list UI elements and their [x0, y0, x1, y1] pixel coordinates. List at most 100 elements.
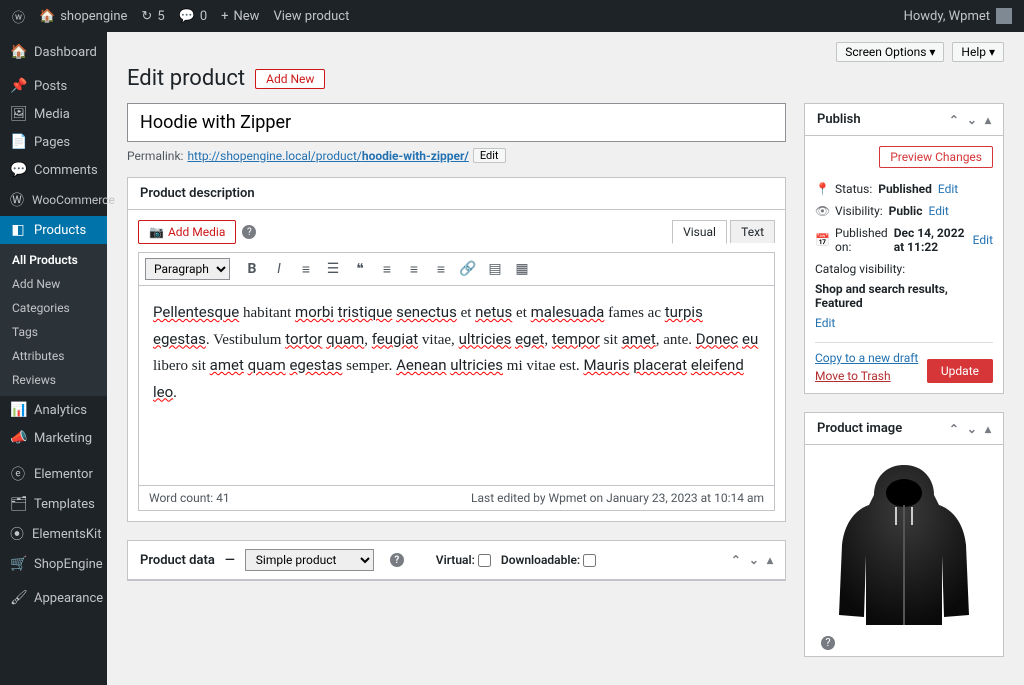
sidebar-item-elementskit[interactable]: ⦿ElementsKit: [0, 518, 107, 550]
sidebar-item-woocommerce[interactable]: ⓌWooCommerce: [0, 184, 107, 216]
elementskit-icon: ⦿: [10, 524, 24, 544]
product-type-select[interactable]: Simple product: [245, 549, 374, 571]
submenu-tags[interactable]: Tags: [0, 320, 107, 344]
wp-logo-icon[interactable]: ⓦ: [12, 7, 25, 26]
virtual-checkbox[interactable]: [478, 554, 491, 567]
edit-date-link[interactable]: Edit: [973, 233, 993, 247]
product-data-title: Product data: [140, 553, 215, 568]
downloadable-checkbox-label: Downloadable:: [501, 553, 596, 567]
edit-visibility-link[interactable]: Edit: [928, 204, 948, 218]
help-button[interactable]: Help ▾: [952, 42, 1004, 62]
toggle-icon[interactable]: ▴: [767, 553, 773, 567]
sidebar-item-dashboard[interactable]: 🏠Dashboard: [0, 38, 107, 66]
quote-button[interactable]: ❝: [348, 257, 372, 281]
bold-button[interactable]: B: [240, 257, 264, 281]
page-title: Edit product: [127, 66, 245, 91]
submenu-add-new[interactable]: Add New: [0, 272, 107, 296]
update-button[interactable]: Update: [927, 359, 993, 383]
chevron-up-icon[interactable]: ⌃: [949, 422, 959, 436]
edit-status-link[interactable]: Edit: [938, 182, 958, 196]
last-edited: Last edited by Wpmet on January 23, 2023…: [471, 491, 764, 505]
updates-link[interactable]: ↻ 5: [141, 9, 164, 24]
screen-options-button[interactable]: Screen Options ▾: [836, 42, 944, 62]
site-link[interactable]: 🏠 shopengine: [39, 9, 127, 24]
submenu-all-products[interactable]: All Products: [0, 248, 107, 272]
publish-box: Publish ⌃ ⌄ ▴ Preview Changes 📍Status: P…: [804, 103, 1004, 394]
help-icon[interactable]: ?: [242, 225, 256, 239]
view-product-link[interactable]: View product: [273, 9, 349, 24]
chevron-down-icon[interactable]: ⌄: [749, 553, 759, 567]
visual-tab[interactable]: Visual: [672, 220, 727, 244]
text-tab[interactable]: Text: [730, 220, 775, 243]
editor-toolbar: Paragraph B I ≡ ☰ ❝ ≡ ≡ ≡ 🔗 ▤: [138, 252, 775, 286]
align-left-button[interactable]: ≡: [375, 257, 399, 281]
new-content-link[interactable]: + New: [221, 9, 259, 24]
product-image-thumbnail[interactable]: [824, 455, 984, 635]
media-icon: 🖼: [10, 106, 26, 122]
sidebar-item-templates[interactable]: 🗂Templates: [0, 490, 107, 518]
italic-button[interactable]: I: [267, 257, 291, 281]
align-center-button[interactable]: ≡: [402, 257, 426, 281]
sidebar-item-media[interactable]: 🖼Media: [0, 100, 107, 128]
my-account[interactable]: Howdy, Wpmet: [904, 8, 1012, 24]
add-new-button[interactable]: Add New: [255, 69, 325, 89]
bullet-list-button[interactable]: ≡: [294, 257, 318, 281]
description-header: Product description: [128, 178, 785, 210]
sidebar-item-marketing[interactable]: 📣Marketing: [0, 424, 107, 452]
marketing-icon: 📣: [10, 430, 26, 446]
content-editor[interactable]: Pellentesque habitant morbi tristique se…: [138, 286, 775, 486]
calendar-icon: 📅: [815, 233, 829, 247]
products-icon: ◧: [10, 222, 26, 238]
products-submenu: All Products Add New Categories Tags Att…: [0, 244, 107, 396]
align-right-button[interactable]: ≡: [429, 257, 453, 281]
admin-sidebar: 🏠Dashboard 📌Posts 🖼Media 📄Pages 💬Comment…: [0, 32, 107, 685]
submenu-attributes[interactable]: Attributes: [0, 344, 107, 368]
virtual-checkbox-label: Virtual:: [436, 553, 491, 567]
permalink-link[interactable]: http://shopengine.local/product/hoodie-w…: [187, 149, 468, 163]
submenu-categories[interactable]: Categories: [0, 296, 107, 320]
sidebar-item-shopengine[interactable]: 🛒ShopEngine: [0, 550, 107, 578]
readmore-button[interactable]: ▤: [483, 257, 507, 281]
move-to-trash-link[interactable]: Move to Trash: [815, 369, 918, 383]
toolbar-toggle-button[interactable]: ▦: [510, 257, 534, 281]
copy-draft-link[interactable]: Copy to a new draft: [815, 351, 918, 365]
comment-icon: 💬: [10, 162, 26, 178]
sidebar-item-analytics[interactable]: 📊Analytics: [0, 396, 107, 424]
submenu-reviews[interactable]: Reviews: [0, 368, 107, 392]
sidebar-item-appearance[interactable]: 🖌Appearance: [0, 584, 107, 612]
dashboard-icon: 🏠: [10, 44, 26, 60]
number-list-button[interactable]: ☰: [321, 257, 345, 281]
sidebar-item-products[interactable]: ◧Products: [0, 216, 107, 244]
sidebar-item-comments[interactable]: 💬Comments: [0, 156, 107, 184]
comments-link[interactable]: 💬 0: [179, 9, 208, 24]
admin-topbar: ⓦ 🏠 shopengine ↻ 5 💬 0 + New View produc…: [0, 0, 1024, 32]
help-icon[interactable]: ?: [821, 636, 835, 650]
toggle-icon[interactable]: ▴: [985, 422, 991, 436]
link-button[interactable]: 🔗: [456, 257, 480, 281]
toggle-icon[interactable]: ▴: [985, 113, 991, 127]
product-image-box: Product image ⌃ ⌄ ▴: [804, 412, 1004, 657]
help-icon[interactable]: ?: [390, 553, 404, 567]
preview-changes-button[interactable]: Preview Changes: [879, 146, 993, 168]
product-title-input[interactable]: [127, 103, 786, 142]
templates-icon: 🗂: [10, 496, 26, 512]
permalink-edit-button[interactable]: Edit: [473, 148, 506, 163]
format-select[interactable]: Paragraph: [145, 258, 230, 280]
permalink-row: Permalink: http://shopengine.local/produ…: [127, 148, 786, 163]
chevron-down-icon[interactable]: ⌄: [967, 113, 977, 127]
elementor-icon: ⓔ: [10, 464, 26, 484]
add-media-button[interactable]: 📷 Add Media: [138, 220, 236, 244]
woo-icon: Ⓦ: [10, 190, 24, 210]
sidebar-item-pages[interactable]: 📄Pages: [0, 128, 107, 156]
product-data-box: Product data — Simple product ? Virtual:…: [127, 540, 786, 581]
chevron-down-icon[interactable]: ⌄: [967, 422, 977, 436]
chevron-up-icon[interactable]: ⌃: [949, 113, 959, 127]
edit-catalog-link[interactable]: Edit: [815, 316, 835, 330]
sidebar-item-elementor[interactable]: ⓔElementor: [0, 458, 107, 490]
appearance-icon: 🖌: [10, 590, 26, 606]
chevron-up-icon[interactable]: ⌃: [731, 553, 741, 567]
shopengine-icon: 🛒: [10, 556, 26, 572]
downloadable-checkbox[interactable]: [583, 554, 596, 567]
sidebar-item-posts[interactable]: 📌Posts: [0, 72, 107, 100]
avatar-icon: [996, 8, 1012, 24]
